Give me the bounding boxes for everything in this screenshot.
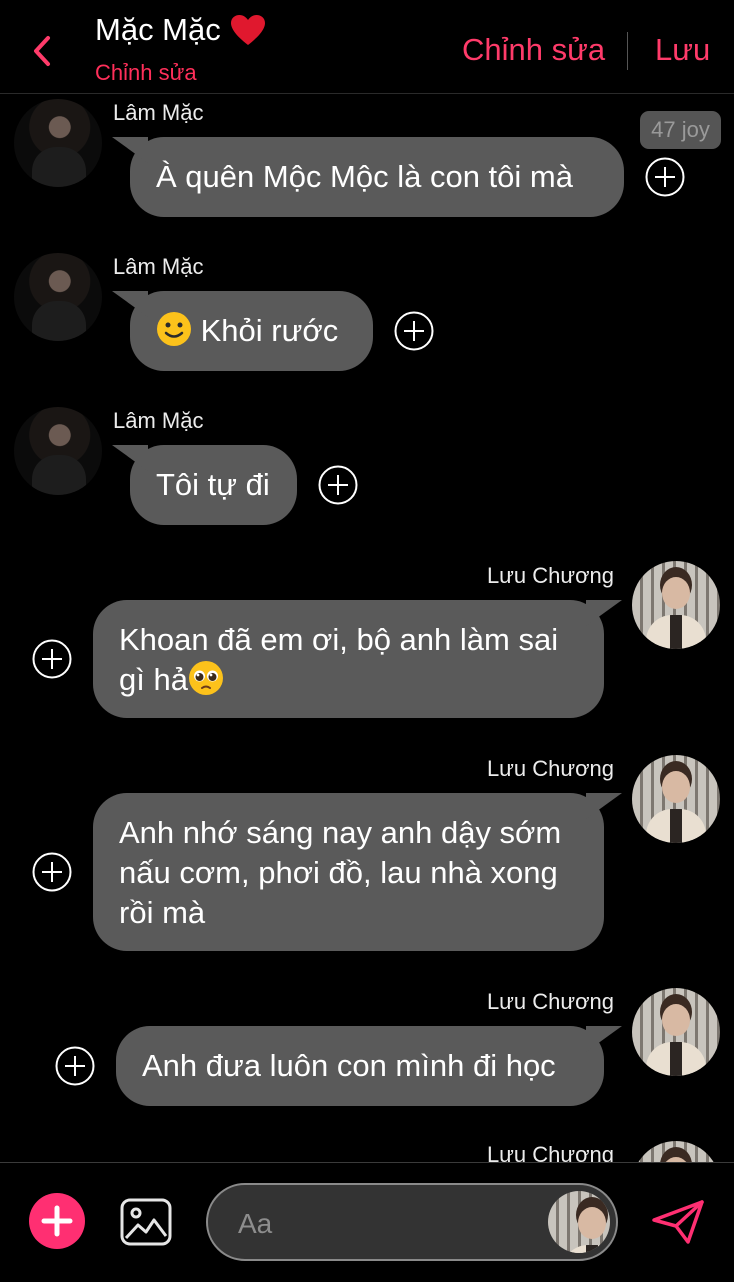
message-line-with-emoji: gì hả xyxy=(119,660,578,700)
sender-avatar[interactable] xyxy=(14,99,102,187)
add-reaction-icon[interactable] xyxy=(645,157,685,197)
sender-name: Lưu Chương xyxy=(486,563,614,588)
message-bubble[interactable]: Anh nhớ sáng nay anh dậy sớm nấu cơm, ph… xyxy=(93,793,604,951)
slight-smile-emoji xyxy=(157,312,191,346)
sender-avatar[interactable] xyxy=(632,561,720,649)
sender-name: Lưu Chương xyxy=(486,756,614,781)
save-button[interactable]: Lưu xyxy=(655,32,710,68)
sender-avatar[interactable] xyxy=(14,407,102,495)
add-reaction-icon[interactable] xyxy=(32,852,72,892)
message-bubble[interactable]: Tôi tự đi xyxy=(130,445,297,525)
add-reaction-icon[interactable] xyxy=(394,311,434,351)
heart-icon xyxy=(230,15,265,45)
composer-avatar[interactable] xyxy=(548,1191,610,1253)
message-text: Anh đưa luôn con mình đi học xyxy=(142,1048,556,1083)
chevron-left-icon[interactable] xyxy=(28,34,58,68)
message-text: Khỏi rước xyxy=(200,313,339,348)
plus-icon xyxy=(41,1205,73,1237)
message-bubble[interactable]: Khoan đã em ơi, bộ anh làm sai gì hả xyxy=(93,600,604,718)
edit-button[interactable]: Chỉnh sửa xyxy=(462,32,605,68)
sender-name: Lâm Mặc xyxy=(113,408,204,433)
sender-avatar[interactable] xyxy=(632,988,720,1076)
message-input[interactable] xyxy=(236,1203,540,1245)
message-text: À quên Mộc Mộc là con tôi mà xyxy=(156,159,573,194)
add-reaction-icon[interactable] xyxy=(318,465,358,505)
sender-name: Lâm Mặc xyxy=(113,254,204,279)
message-bubble[interactable]: Khỏi rước xyxy=(130,291,373,371)
conversation-title-row: Mặc Mặc xyxy=(95,12,267,48)
sender-name: Lưu Chương xyxy=(486,989,614,1014)
image-icon[interactable] xyxy=(120,1198,172,1246)
reaction-badge: 47 joy xyxy=(640,111,721,149)
message-text: Tôi tự đi xyxy=(156,467,270,502)
add-reaction-icon[interactable] xyxy=(55,1046,95,1086)
message-bubble[interactable]: Anh đưa luôn con mình đi học xyxy=(116,1026,604,1106)
add-button[interactable] xyxy=(29,1193,85,1249)
send-icon[interactable] xyxy=(650,1198,706,1246)
add-reaction-icon[interactable] xyxy=(32,639,72,679)
message-line: Khoan đã em ơi, bộ anh làm sai xyxy=(119,622,559,657)
header-divider xyxy=(627,32,628,70)
conversation-title: Mặc Mặc xyxy=(95,12,221,47)
message-line: gì hả xyxy=(119,662,188,697)
conversation-subtitle[interactable]: Chỉnh sửa xyxy=(95,60,197,86)
pleading-face-emoji xyxy=(188,661,223,695)
sender-avatar[interactable] xyxy=(14,253,102,341)
message-line: rồi mà xyxy=(119,895,206,930)
sender-name: Lâm Mặc xyxy=(113,100,204,125)
message-line: Anh nhớ sáng nay anh dậy sớm xyxy=(119,815,562,850)
sender-avatar[interactable] xyxy=(632,755,720,843)
chat-header: Mặc Mặc Chỉnh sửa Chỉnh sửa Lưu xyxy=(0,0,734,94)
message-bubble[interactable]: À quên Mộc Mộc là con tôi mà xyxy=(130,137,624,217)
message-line: nấu cơm, phơi đồ, lau nhà xong xyxy=(119,855,558,890)
